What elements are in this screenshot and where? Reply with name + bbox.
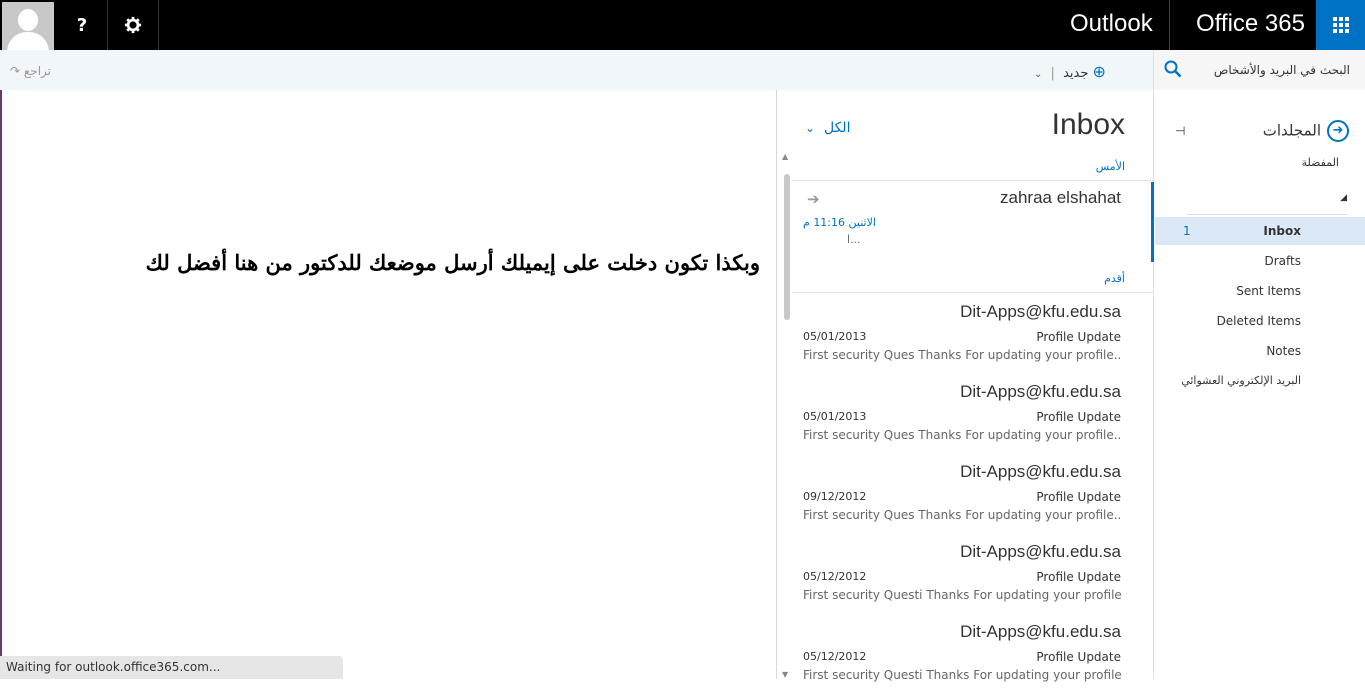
folders-header[interactable]: المجلدات ➜ [1263,120,1349,142]
folder-deleted-items[interactable]: Deleted Items [1155,307,1365,335]
undo-label: تراجع [23,64,51,78]
message-sender: Dit-Apps@kfu.edu.sa [960,302,1121,321]
message-date: الاثنين 11:16 م [803,216,876,229]
message-sender: Dit-Apps@kfu.edu.sa [960,462,1121,481]
message-subject: Profile Update [1036,570,1121,584]
filter-dropdown[interactable]: ⌄ الكل [805,120,850,136]
message-preview: First security Ques Thanks For updating … [803,508,1121,522]
folder-label: البريد الإلكتروني العشوائي [1181,374,1301,387]
message-subject: Profile Update [1036,330,1121,344]
message-item[interactable]: Dit-Apps@kfu.edu.sa Profile Update 09/12… [793,456,1151,536]
office365-link[interactable]: Office 365 [1196,10,1305,38]
message-date: 09/12/2012 [803,490,867,503]
divider [1187,214,1347,215]
chevron-down-icon: ⌄ [1034,69,1043,80]
window-edge [0,90,2,679]
scroll-up-icon[interactable]: ▲ [782,152,788,161]
folders-label: المجلدات [1262,121,1321,140]
folder-pane: المجلدات ➜ ⊣ المفضلة ◢ Inbox 1 Drafts Sen… [1153,90,1365,679]
top-bar: ? Outlook Office 365 [0,0,1365,50]
filter-label: الكل [823,120,851,136]
divider [793,180,1153,181]
folder-junk[interactable]: البريد الإلكتروني العشوائي [1155,367,1365,395]
scrollbar[interactable]: ▲ ▼ [781,152,791,679]
status-bar: Waiting for outlook.office365.com... [0,656,343,679]
message-preview: ا... [847,233,861,246]
folder-label: Inbox [1263,224,1301,238]
message-date: 05/01/2013 [803,410,867,423]
folder-drafts[interactable]: Drafts [1155,247,1365,275]
folder-notes[interactable]: Notes [1155,337,1365,365]
undo-button[interactable]: ↷ تراجع [10,64,51,78]
message-sender: Dit-Apps@kfu.edu.sa [960,382,1121,401]
message-item[interactable]: zahraa elshahat ➔ الاثنين 11:16 م ا... [793,182,1154,262]
message-item[interactable]: Dit-Apps@kfu.edu.sa Profile Update 05/12… [793,616,1151,696]
help-button[interactable]: ? [57,0,108,50]
favorites-label: المفضلة [1301,156,1339,169]
collapse-triangle-icon[interactable]: ◢ [1340,193,1347,203]
message-preview: First security Ques Thanks For updating … [803,348,1121,362]
chevron-down-icon: ⌄ [805,121,816,135]
avatar-body [7,32,49,50]
message-subject: Profile Update [1036,410,1121,424]
separator: | [1050,66,1055,81]
folder-label: Deleted Items [1216,314,1301,328]
folder-label: Sent Items [1236,284,1301,298]
undo-icon: ↷ [10,64,21,78]
arrow-right-icon: ➔ [807,190,820,208]
divider [793,292,1153,293]
message-preview: First security Ques Thanks For updating … [803,428,1121,442]
group-header-older: أقدم [1104,272,1125,285]
avatar[interactable] [2,2,54,50]
message-subject: Profile Update [1036,490,1121,504]
folder-inbox[interactable]: Inbox 1 [1155,217,1365,245]
avatar-head [18,9,38,31]
list-title: Inbox [1051,108,1125,141]
new-label: جديد [1063,66,1089,81]
instruction-text: وبكذا تكون دخلت على إيميلك أرسل موضعك لل… [145,250,760,275]
message-sender: zahraa elshahat [1000,188,1121,207]
message-item[interactable]: Dit-Apps@kfu.edu.sa Profile Update 05/12… [793,536,1151,616]
message-date: 05/12/2012 [803,650,867,663]
message-subject: Profile Update [1036,650,1121,664]
message-list: Inbox ⌄ الكل ▲ ▼ الأمس zahraa elshahat ➔… [776,90,1154,682]
message-sender: Dit-Apps@kfu.edu.sa [960,622,1121,641]
folder-label: Drafts [1264,254,1302,268]
new-mail-button[interactable]: ⌄ | جديد ⊕ [1034,62,1106,81]
search-icon[interactable] [1164,60,1182,83]
settings-button[interactable] [108,0,159,50]
grid-icon [1332,17,1349,33]
message-date: 05/01/2013 [803,330,867,343]
folder-label: Notes [1266,344,1301,358]
pin-icon[interactable]: ⊣ [1175,124,1185,138]
help-icon: ? [76,14,88,36]
message-date: 05/12/2012 [803,570,867,583]
scroll-down-icon[interactable]: ▼ [782,670,788,679]
message-sender: Dit-Apps@kfu.edu.sa [960,542,1121,561]
group-header-yesterday: الأمس [1095,160,1125,173]
plus-circle-icon: ⊕ [1092,62,1106,81]
app-launcher-button[interactable] [1316,0,1365,50]
message-preview: First security Questi Thanks For updatin… [803,588,1121,602]
outlook-link[interactable]: Outlook [1070,10,1153,38]
unread-count: 1 [1183,224,1191,238]
arrow-circle-icon: ➜ [1327,120,1349,142]
search-box[interactable]: البحث في البريد والأشخاص [1153,50,1365,90]
scroll-thumb[interactable] [784,174,790,320]
search-placeholder: البحث في البريد والأشخاص [1213,63,1350,77]
brand-divider [1169,0,1170,50]
folder-sent-items[interactable]: Sent Items [1155,277,1365,305]
message-item[interactable]: Dit-Apps@kfu.edu.sa Profile Update 05/01… [793,376,1151,456]
message-preview: First security Questi Thanks For updatin… [803,668,1121,682]
gear-icon [124,16,142,34]
message-item[interactable]: Dit-Apps@kfu.edu.sa Profile Update 05/01… [793,296,1151,376]
